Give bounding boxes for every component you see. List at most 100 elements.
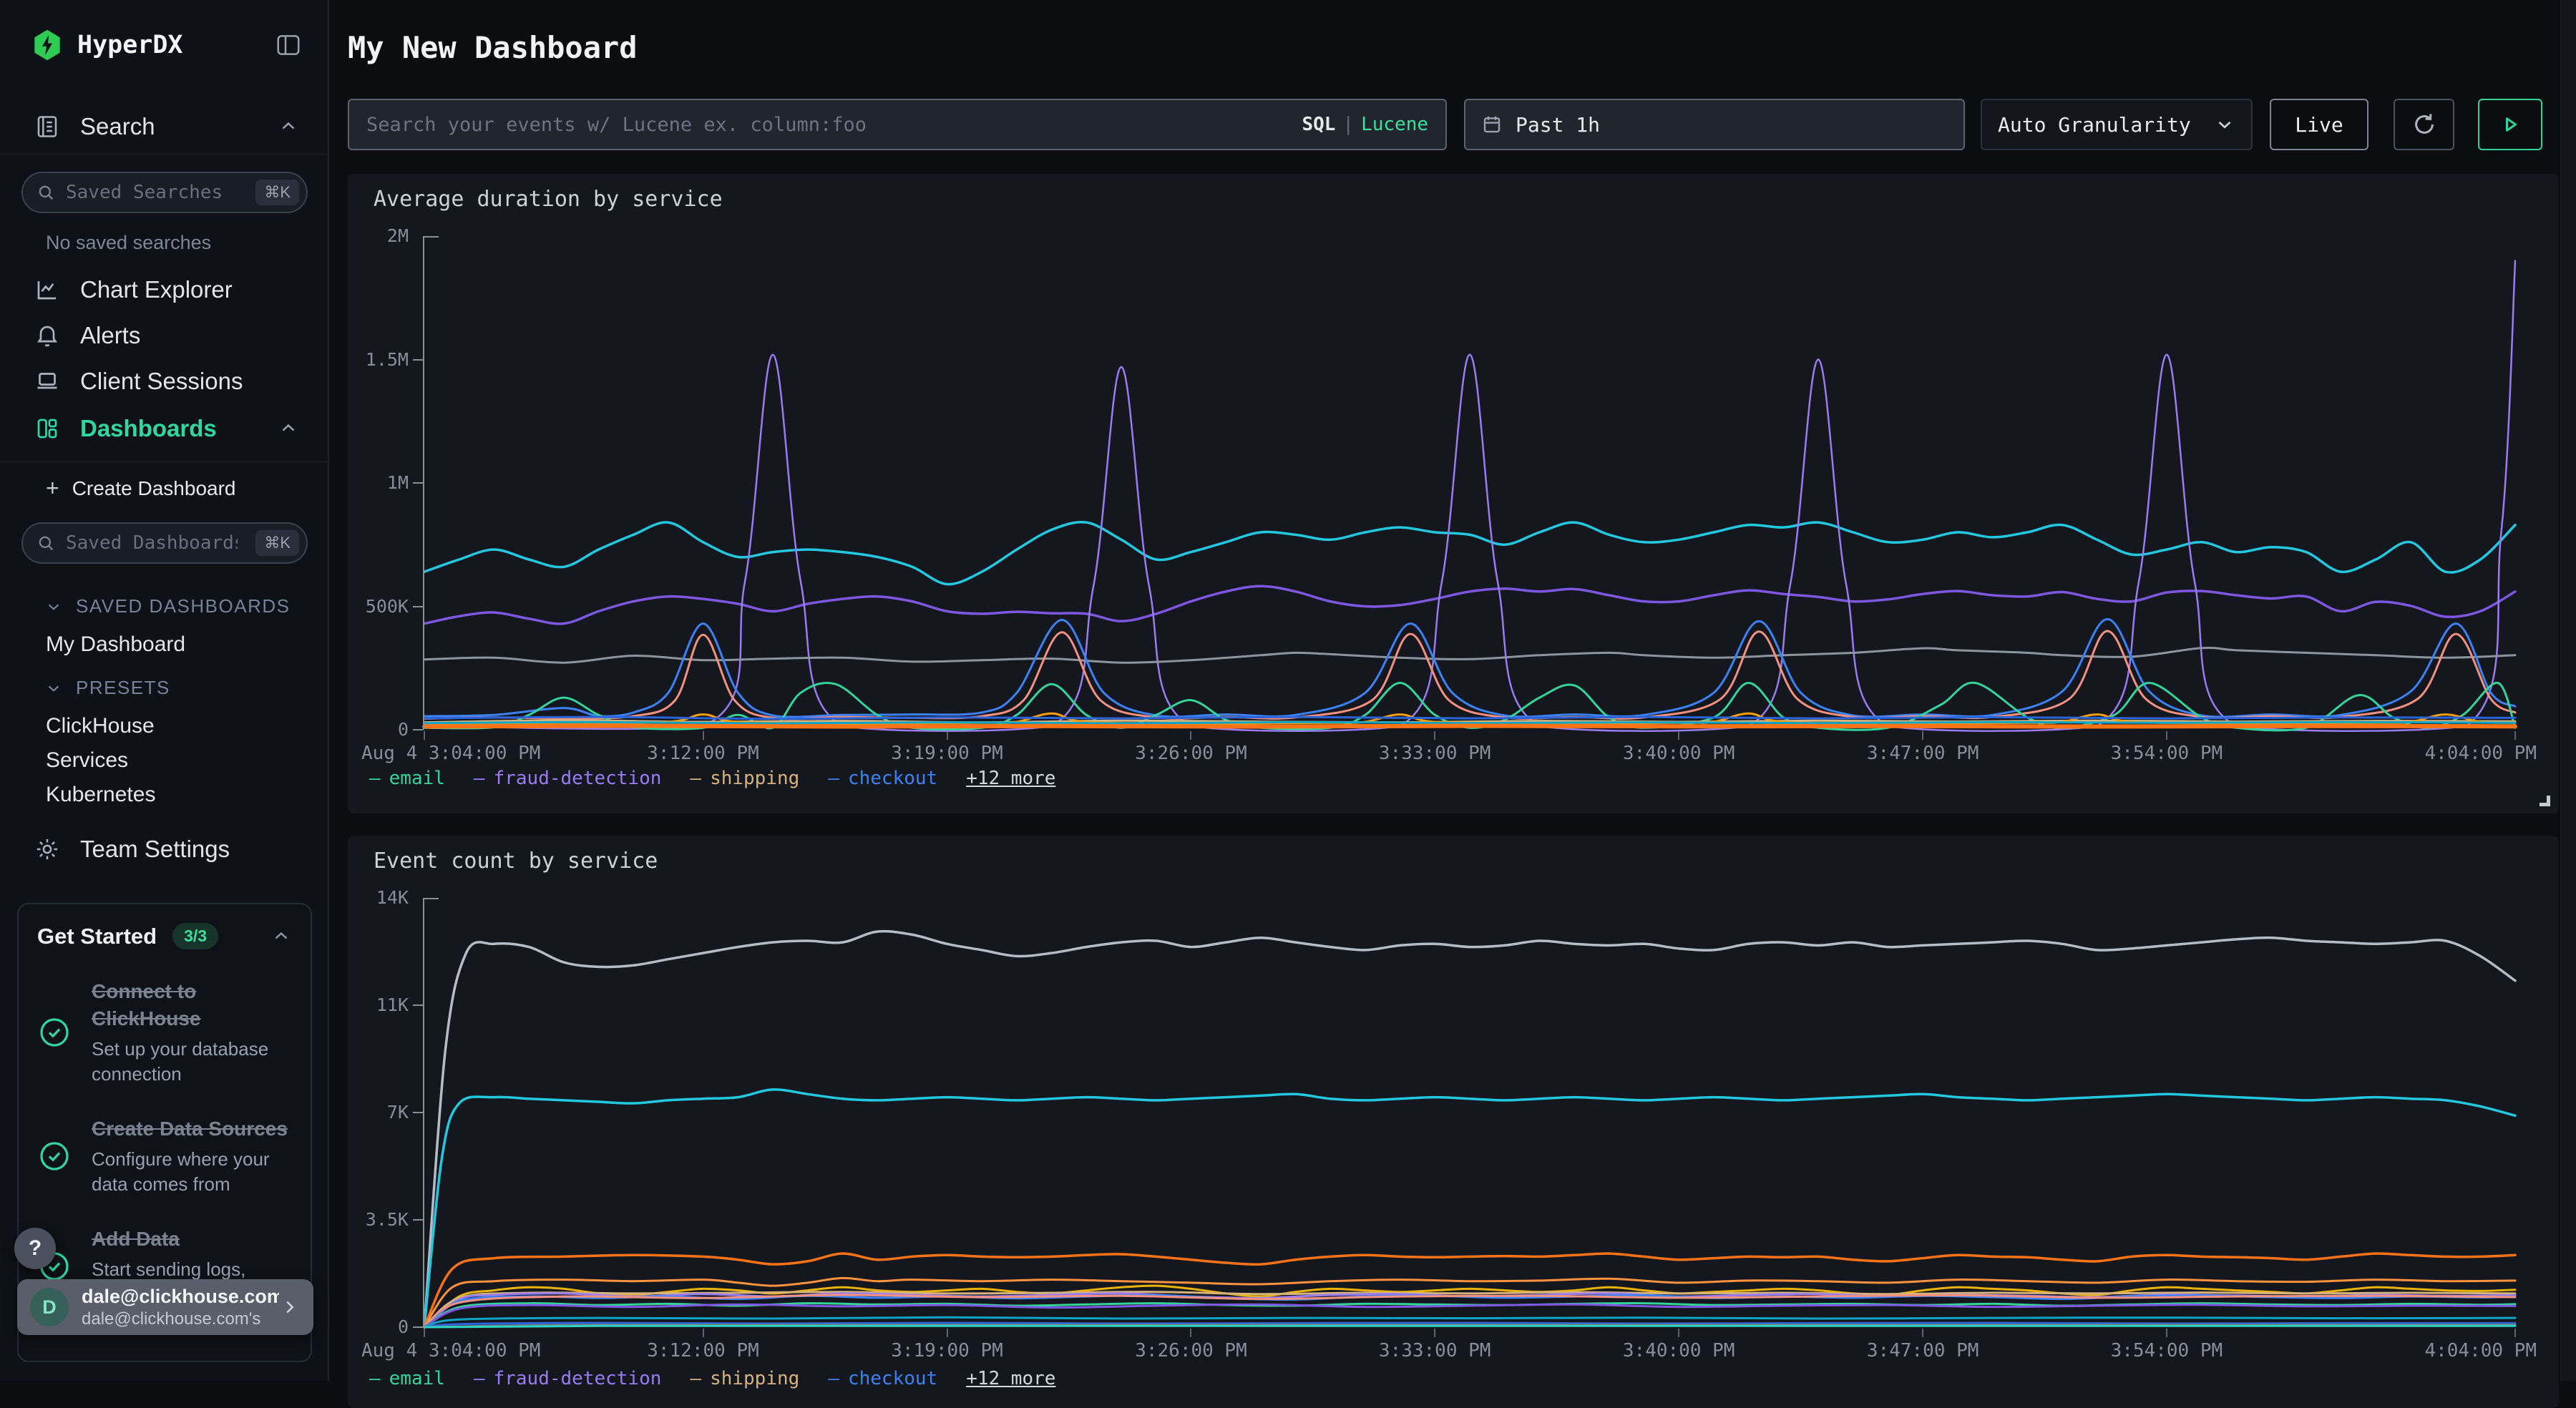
saved-dashboards-section-header[interactable]: SAVED DASHBOARDS (44, 595, 290, 617)
get-started-item-connect[interactable]: Connect to ClickHouse Set up your databa… (37, 978, 292, 1087)
event-search-input[interactable] (366, 114, 1302, 136)
legend-label: shipping (710, 1368, 799, 1389)
legend-swatch: — (474, 768, 485, 789)
refresh-icon (2411, 111, 2438, 138)
sidebar-item-clickhouse[interactable]: ClickHouse (46, 714, 155, 738)
sidebar-item-dashboards[interactable]: Dashboards (34, 415, 299, 442)
legend-swatch: — (690, 768, 701, 789)
x-tick-label: 3:33:00 PM (1302, 1340, 1567, 1361)
chart-panel-event-count: Event count by service 03.5K7K11K14KAug … (348, 836, 2559, 1408)
search-icon (36, 533, 56, 553)
x-tick-label: 3:40:00 PM (1546, 1340, 1811, 1361)
language-lucene-toggle[interactable]: Lucene (1361, 114, 1428, 135)
sidebar-item-team-settings[interactable]: Team Settings (34, 836, 299, 863)
legend-item-fraud-detection[interactable]: —fraud-detection (474, 1368, 661, 1389)
get-started-item-title: Add Data (92, 1226, 289, 1253)
create-dashboard-button[interactable]: + Create Dashboard (46, 475, 299, 502)
x-tick-mark (2514, 731, 2516, 740)
shortcut-badge: ⌘K (255, 530, 299, 556)
divider (0, 154, 328, 155)
y-tick-label: 1M (337, 472, 409, 493)
chevron-down-icon (2214, 114, 2235, 135)
collapse-sidebar-icon[interactable] (273, 31, 303, 59)
sidebar-item-alerts[interactable]: Alerts (34, 322, 299, 349)
language-sql-toggle[interactable]: SQL (1302, 114, 1335, 135)
get-started-header[interactable]: Get Started 3/3 (37, 923, 292, 949)
chart-plot-area[interactable]: 0500K1M1.5M2MAug 4 3:04:00 PM3:12:00 PM3… (424, 236, 2515, 730)
legend-swatch: — (690, 1368, 701, 1389)
legend-item-checkout[interactable]: —checkout (828, 1368, 937, 1389)
x-tick-label: 3:33:00 PM (1302, 743, 1567, 764)
get-started-title: Get Started (37, 924, 157, 949)
sidebar-item-search[interactable]: Search (34, 113, 299, 140)
y-tick-label: 1.5M (337, 349, 409, 370)
chevron-up-icon[interactable] (278, 418, 299, 439)
user-menu[interactable]: D dale@clickhouse.com dale@clickhouse.co… (17, 1279, 313, 1335)
sidebar-item-label: Client Sessions (80, 368, 243, 395)
x-tick-mark (703, 1329, 704, 1337)
y-axis-line (423, 898, 424, 1327)
sidebar-item-services[interactable]: Services (46, 748, 128, 773)
x-tick-mark (1678, 731, 1679, 740)
x-tick-mark (1922, 731, 1923, 740)
x-tick-label: 3:19:00 PM (815, 743, 1080, 764)
chart-title: Event count by service (374, 849, 658, 874)
sidebar-item-chart-explorer[interactable]: Chart Explorer (34, 276, 299, 303)
chevron-up-icon[interactable] (278, 116, 299, 137)
page-title: My New Dashboard (348, 30, 638, 65)
event-search-bar[interactable]: SQL | Lucene (348, 99, 1447, 150)
chevron-down-icon (44, 597, 63, 616)
granularity-select[interactable]: Auto Granularity (1981, 99, 2253, 150)
live-button[interactable]: Live (2270, 99, 2368, 150)
legend-label: email (389, 768, 445, 789)
legend-item-checkout[interactable]: —checkout (828, 768, 937, 789)
chart-plot-area[interactable]: 03.5K7K11K14KAug 4 3:04:00 PM3:12:00 PM3… (424, 898, 2515, 1327)
language-separator: | (1342, 114, 1354, 135)
legend-more-link[interactable]: +12 more (966, 768, 1055, 789)
chevron-down-icon (44, 679, 63, 698)
saved-searches-field[interactable] (66, 182, 238, 203)
run-query-button[interactable] (2478, 99, 2542, 150)
user-email: dale@clickhouse.com (82, 1286, 279, 1308)
sidebar-item-client-sessions[interactable]: Client Sessions (34, 368, 299, 395)
legend-item-email[interactable]: —email (369, 1368, 445, 1389)
y-tick-mark (413, 1004, 423, 1006)
play-icon (2497, 112, 2523, 137)
y-tick-mark (413, 606, 423, 607)
sidebar-item-kubernetes[interactable]: Kubernetes (46, 783, 155, 807)
saved-dashboards-field[interactable] (66, 532, 238, 554)
series-orange-flat (424, 725, 2515, 726)
panel-resize-handle[interactable] (2540, 796, 2550, 806)
x-tick-mark (1434, 731, 1435, 740)
legend-item-shipping[interactable]: — shipping (690, 1368, 799, 1389)
help-button[interactable]: ? (14, 1228, 56, 1269)
sidebar-item-label: Team Settings (80, 836, 230, 863)
x-tick-mark (1922, 1329, 1923, 1337)
y-tick-label: 0 (337, 719, 409, 740)
x-tick-label: Aug 4 3:04:00 PM (361, 743, 540, 764)
chart-title: Average duration by service (374, 187, 723, 212)
legend-item-email[interactable]: —email (369, 768, 445, 789)
y-axis-line (423, 236, 424, 730)
refresh-button[interactable] (2394, 99, 2454, 150)
series-gray-top (424, 932, 2515, 1327)
y-tick-label: 11K (337, 994, 409, 1015)
series-purple-mid (424, 586, 2515, 624)
sidebar-item-my-dashboard[interactable]: My Dashboard (46, 632, 185, 657)
saved-searches-input[interactable]: ⌘K (21, 172, 308, 213)
x-tick-label: 4:04:00 PM (2272, 743, 2537, 764)
sidebar: HyperDX Search ⌘K No saved searches Char… (0, 0, 329, 1381)
get-started-item-sources[interactable]: Create Data Sources Configure where your… (37, 1115, 292, 1197)
legend-item-fraud-detection[interactable]: —fraud-detection (474, 768, 661, 789)
saved-dashboards-input[interactable]: ⌘K (21, 522, 308, 564)
legend-item-shipping[interactable]: —shipping (690, 768, 799, 789)
chevron-up-icon[interactable] (270, 926, 292, 947)
legend-more-link[interactable]: +12 more (966, 1368, 1055, 1389)
no-saved-searches-text: No saved searches (46, 232, 211, 254)
laptop-icon (34, 368, 62, 394)
scrollbar[interactable] (2560, 0, 2576, 1381)
presets-section-header[interactable]: PRESETS (44, 677, 170, 699)
get-started-item-desc: Set up your database connection (92, 1037, 289, 1087)
time-range-picker[interactable]: Past 1h (1464, 99, 1965, 150)
sidebar-item-label: Search (80, 113, 155, 140)
